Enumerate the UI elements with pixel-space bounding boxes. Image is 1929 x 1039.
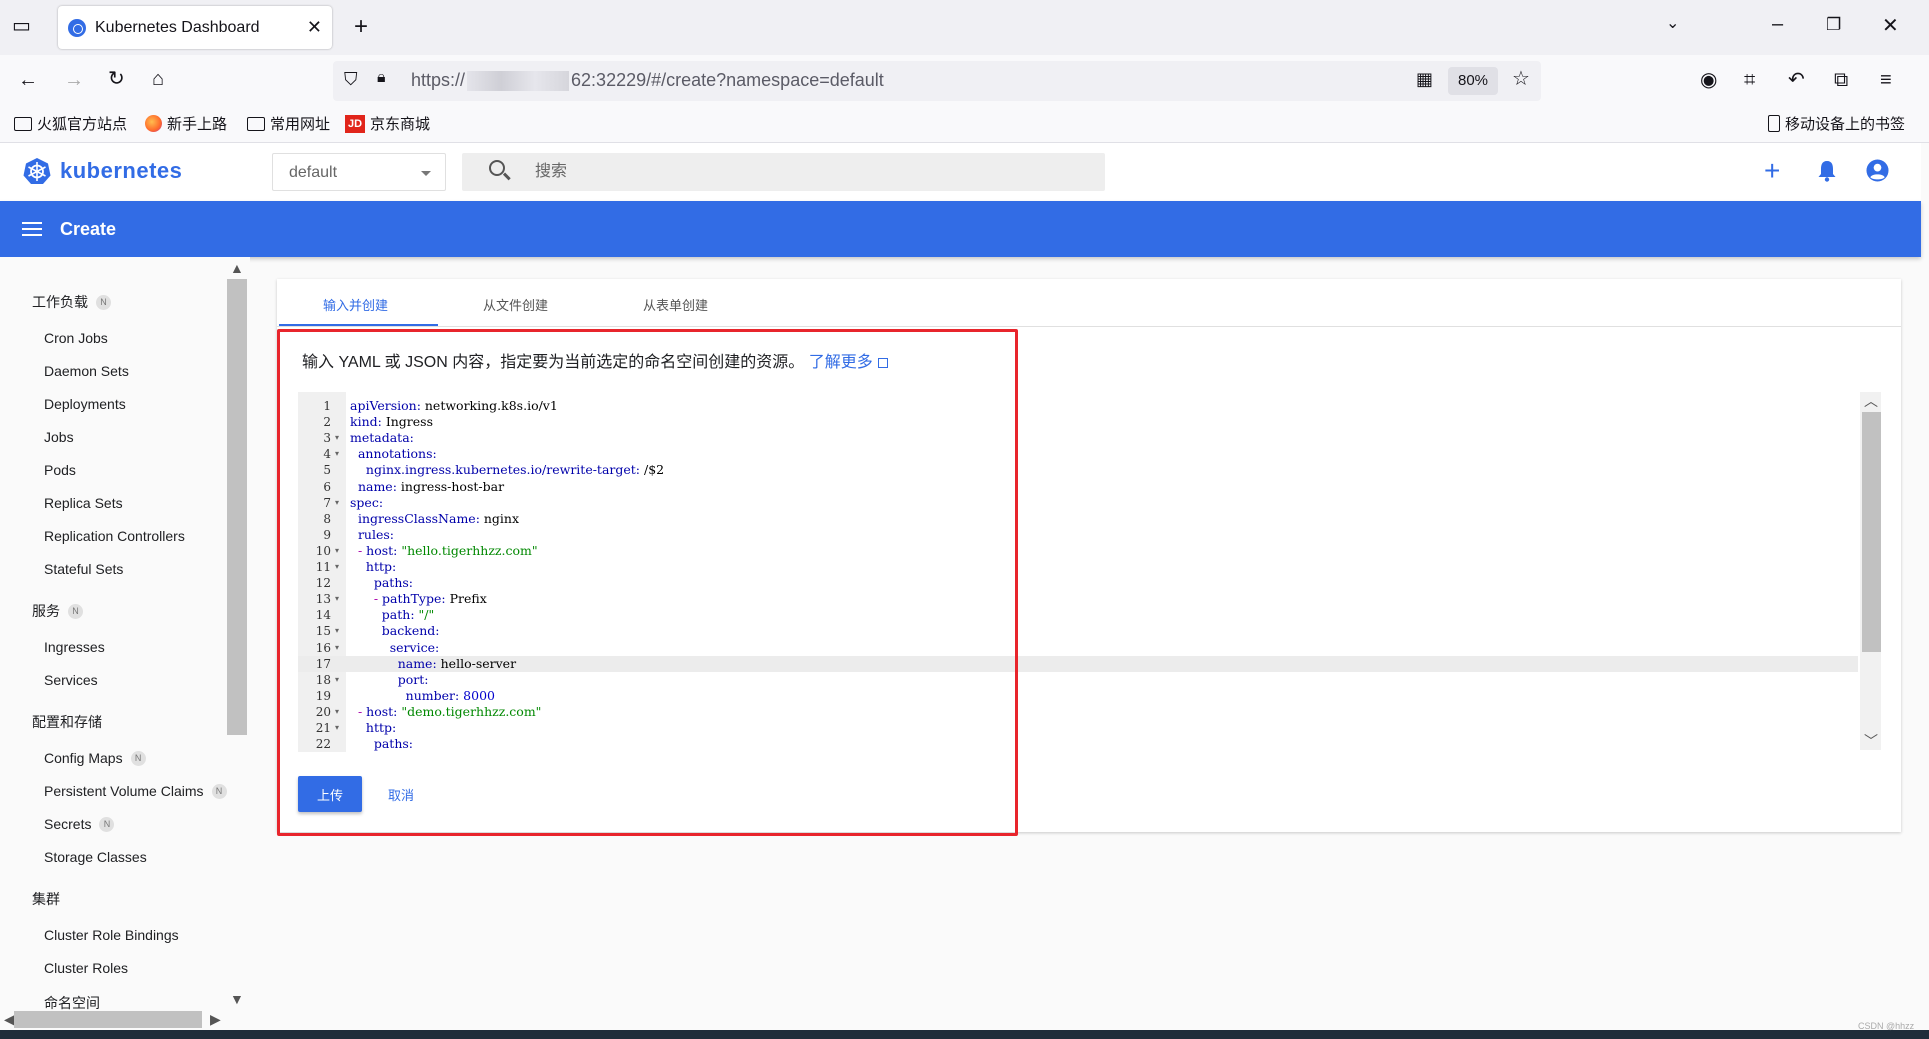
sidebar-horizontal-scrollbar-thumb[interactable]	[14, 1011, 202, 1028]
forward-icon[interactable]: →	[64, 70, 84, 90]
restore-icon[interactable]: ❐	[1826, 16, 1841, 33]
kubernetes-favicon-icon	[68, 18, 86, 37]
sidebar-item-replica-sets[interactable]: Replica Sets	[44, 495, 123, 511]
tab-input-create[interactable]: 输入并创建	[323, 295, 388, 314]
bookmark-firefox-site[interactable]: 火狐官方站点	[14, 113, 127, 134]
sidebar-item-cluster-roles[interactable]: Cluster Roles	[44, 960, 128, 976]
browser-tab-title: Kubernetes Dashboard	[95, 18, 260, 36]
namespaced-badge: N	[130, 750, 146, 766]
app-menu-icon[interactable]: ≡	[1880, 70, 1892, 90]
tab-form-create[interactable]: 从表单创建	[643, 295, 708, 314]
watermark: CSDN @hhzz	[1858, 1021, 1915, 1031]
bookmark-getting-started[interactable]: 新手上路	[145, 113, 227, 134]
sidebar-section-cluster[interactable]: 集群	[32, 889, 60, 909]
shield-icon[interactable]: ⛉	[344, 70, 358, 88]
close-tab-icon[interactable]: ✕	[307, 17, 322, 38]
account-icon[interactable]: ◉	[1700, 70, 1717, 90]
page-toolbar	[0, 201, 1921, 257]
sidebar-item-secrets[interactable]: Secrets N	[44, 816, 115, 832]
namespace-select[interactable]: default	[272, 153, 446, 191]
new-tab-icon[interactable]: +	[354, 15, 368, 39]
notifications-bell-icon[interactable]	[1817, 160, 1837, 182]
bookmark-common-sites[interactable]: 常用网址	[247, 113, 330, 134]
folder-icon	[14, 116, 32, 131]
folder-icon	[247, 116, 265, 131]
window-close-icon[interactable]: ✕	[1882, 16, 1899, 36]
dropdown-caret-icon	[421, 171, 431, 176]
namespaced-badge: N	[211, 783, 227, 799]
tab-file-create[interactable]: 从文件创建	[483, 295, 548, 314]
editor-scrollbar-thumb[interactable]	[1862, 412, 1881, 652]
search-input[interactable]	[535, 161, 1035, 183]
bookmark-jd[interactable]: JD 京东商城	[345, 113, 430, 134]
sidebar-item-deployments[interactable]: Deployments	[44, 396, 126, 412]
minimize-icon[interactable]: –	[1772, 14, 1783, 34]
sidebar-item-cron-jobs[interactable]: Cron Jobs	[44, 330, 108, 346]
page-title: Create	[60, 219, 117, 239]
zoom-level[interactable]: 80%	[1448, 67, 1498, 95]
sidebar-item-replication-controllers[interactable]: Replication Controllers	[44, 528, 185, 544]
sidebar-item-pods[interactable]: Pods	[44, 462, 76, 478]
sidebar-item-stateful-sets[interactable]: Stateful Sets	[44, 561, 123, 577]
sidebar-scrollbar-thumb[interactable]	[227, 279, 247, 735]
sidebar-item-config-maps[interactable]: Config Maps N	[44, 750, 146, 766]
sidebar-section-services[interactable]: 服务 N	[32, 601, 83, 621]
sidebar-section-config-storage[interactable]: 配置和存储	[32, 712, 102, 732]
sidebar-item-ingresses[interactable]: Ingresses	[44, 639, 105, 655]
scroll-up-arrow-icon[interactable]: ▲	[230, 261, 244, 275]
sidebar-item-daemon-sets[interactable]: Daemon Sets	[44, 363, 129, 379]
scroll-down-arrow-icon[interactable]: ▼	[230, 992, 244, 1006]
reload-icon[interactable]: ↻	[108, 69, 125, 89]
create-plus-icon[interactable]: +	[1764, 157, 1780, 185]
namespaced-badge: N	[96, 294, 111, 310]
editor-scroll-up-icon[interactable]: ︿	[1864, 394, 1878, 408]
editor-scroll-down-icon[interactable]: ﹀	[1864, 734, 1878, 748]
browser-tab[interactable]: Kubernetes Dashboard ✕	[58, 6, 332, 49]
tab-overview-icon[interactable]: ▭	[12, 16, 31, 36]
sidebar-item-storage-classes[interactable]: Storage Classes	[44, 849, 147, 865]
lock-icon[interactable]: 🔒︎	[377, 70, 386, 86]
search-icon	[489, 160, 505, 176]
scroll-right-arrow-icon[interactable]: ▶	[210, 1012, 221, 1026]
namespaced-badge: N	[68, 603, 83, 619]
undo-icon[interactable]: ↶	[1788, 70, 1805, 90]
red-annotation-box	[277, 329, 1018, 836]
search-box[interactable]	[462, 153, 1105, 191]
sidebar-section-workloads[interactable]: 工作负载 N	[32, 292, 111, 312]
extensions-icon[interactable]: ⧉	[1834, 70, 1848, 90]
sidebar-item-jobs[interactable]: Jobs	[44, 429, 74, 445]
sidebar-item-services[interactable]: Services	[44, 672, 98, 688]
home-icon[interactable]: ⌂	[152, 69, 164, 89]
taskbar	[0, 1030, 1929, 1039]
back-icon[interactable]: ←	[18, 70, 38, 90]
brand-name[interactable]: kubernetes	[60, 158, 182, 184]
qr-code-icon[interactable]: ▦	[1416, 70, 1433, 88]
namespaced-badge: N	[99, 816, 115, 832]
list-tabs-icon[interactable]: ⌄	[1666, 16, 1679, 32]
hamburger-menu-icon[interactable]	[22, 222, 42, 236]
phone-icon	[1768, 115, 1780, 132]
bookmark-mobile[interactable]: 移动设备上的书签	[1768, 113, 1905, 134]
bookmark-star-icon[interactable]: ☆	[1512, 69, 1530, 89]
screenshot-icon[interactable]: ⌗	[1744, 70, 1755, 90]
kubernetes-logo-icon[interactable]	[23, 157, 51, 185]
active-tab-indicator	[279, 324, 438, 326]
redacted-host	[467, 71, 570, 92]
user-account-icon[interactable]	[1866, 159, 1889, 182]
firefox-icon	[145, 115, 162, 132]
url-text[interactable]: https://62:32229/#/create?namespace=defa…	[411, 70, 884, 92]
sidebar-item-persistent-volume-claims[interactable]: Persistent Volume Claims N	[44, 783, 227, 799]
sidebar-item-namespaces[interactable]: 命名空间	[44, 993, 100, 1013]
sidebar-item-cluster-role-bindings[interactable]: Cluster Role Bindings	[44, 927, 179, 943]
jd-logo-icon: JD	[345, 114, 365, 133]
